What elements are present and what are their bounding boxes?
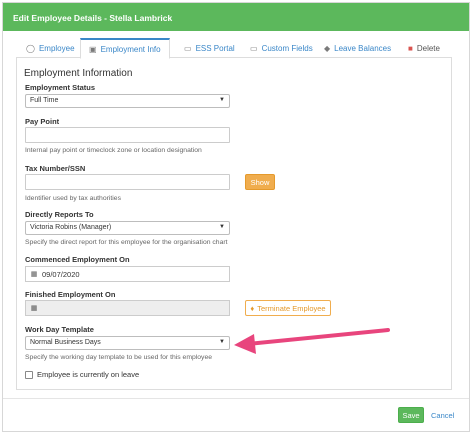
pink-arrow-icon [234,328,390,354]
tab-employment-info[interactable]: ▣ Employment Info [80,38,170,59]
on-leave-label: Employee is currently on leave [37,370,140,379]
tax-number-input[interactable] [25,174,230,190]
user-icon: ◯ [26,43,35,53]
pay-point-input[interactable] [25,127,230,143]
tab-delete[interactable]: ■ Delete [408,38,440,58]
work-day-template-label: Work Day Template [25,325,94,334]
tab-leave-balances[interactable]: ◆ Leave Balances [324,38,391,58]
tab-custom-fields[interactable]: ▭ Custom Fields [250,38,313,58]
save-button[interactable]: Save [398,407,424,423]
commenced-label: Commenced Employment On [25,255,130,264]
finished-date-input[interactable]: ▦ [25,300,230,316]
work-day-template-help: Specify the working day template to be u… [25,354,213,361]
tax-number-label: Tax Number/SSN [25,164,86,173]
work-day-template-value: Normal Business Days [30,339,101,346]
reports-to-select[interactable]: Victoria Robins (Manager) ▼ [25,221,230,235]
cancel-link[interactable]: Cancel [431,411,454,420]
dropdown-caret-icon: ▼ [219,224,225,230]
folder-icon: ▭ [250,43,258,53]
reports-to-label: Directly Reports To [25,210,94,219]
employment-status-label: Employment Status [25,83,96,92]
fire-icon: ♦ [250,303,255,313]
tab-ess-portal[interactable]: ▭ ESS Portal [184,38,235,58]
on-leave-checkbox[interactable] [25,371,33,379]
tab-employee[interactable]: ◯ Employee [26,38,75,58]
pay-point-help: Internal pay point or timeclock zone or … [25,147,202,154]
show-button[interactable]: Show [245,174,275,190]
modal-title: Edit Employee Details - Stella Lambrick [13,13,173,23]
terminate-employee-button[interactable]: ♦ Terminate Employee [245,300,331,316]
tax-number-help: Identifier used by tax authorities [25,195,121,202]
employment-status-value: Full Time [30,97,59,104]
section-title: Employment Information [24,68,133,79]
id-card-icon: ▣ [89,44,97,54]
graduation-cap-icon: ◆ [324,43,331,53]
tab-bar: ◯ Employee ▣ Employment Info ▭ ESS Porta… [16,38,452,59]
calendar-icon: ▦ [30,305,38,312]
dropdown-caret-icon: ▼ [219,97,225,103]
employment-status-select[interactable]: Full Time ▼ [25,94,230,108]
calendar-icon: ▦ [30,271,38,278]
commenced-date-input[interactable]: ▦ 09/07/2020 [25,266,230,282]
modal-header: Edit Employee Details - Stella Lambrick [3,3,469,31]
finished-label: Finished Employment On [25,290,116,299]
footer-divider [3,398,469,399]
commenced-value: 09/07/2020 [42,269,80,279]
trash-icon: ■ [408,43,413,53]
reports-to-help: Specify the direct report for this emplo… [25,239,228,246]
chat-icon: ▭ [184,43,192,53]
work-day-template-select[interactable]: Normal Business Days ▼ [25,336,230,350]
pay-point-label: Pay Point [25,117,60,126]
dropdown-caret-icon: ▼ [219,339,225,345]
reports-to-value: Victoria Robins (Manager) [30,224,112,231]
